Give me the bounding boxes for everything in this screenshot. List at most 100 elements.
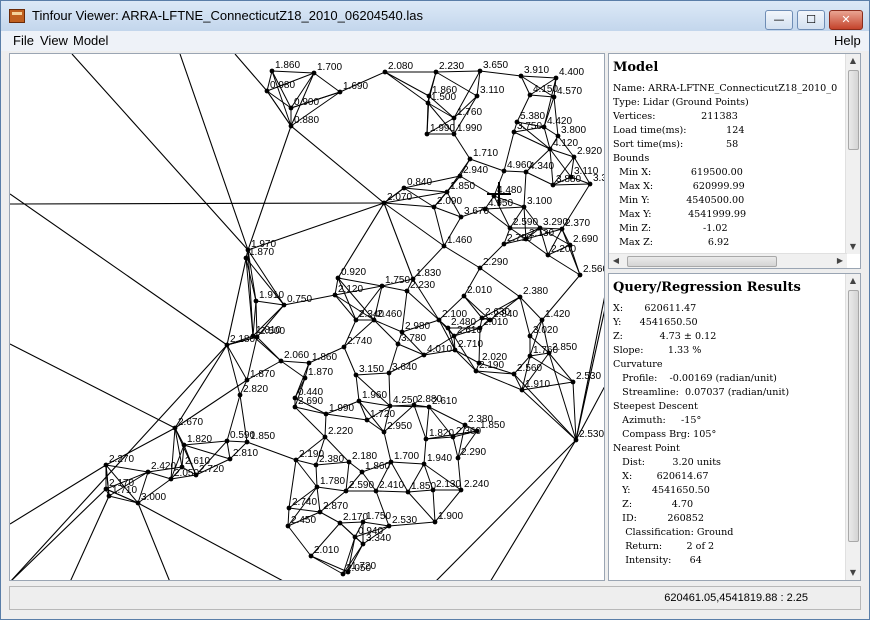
tin-vertex[interactable] (545, 252, 551, 258)
tin-vertex[interactable] (135, 500, 141, 506)
tin-vertex[interactable] (387, 403, 393, 409)
tin-vertex[interactable] (553, 75, 559, 81)
tin-view-canvas[interactable]: 1.860 1.700 2.080 2.230 3.650 3.910 4.400 0.980… (9, 53, 605, 581)
tin-vertex[interactable] (467, 156, 473, 162)
query-vertical-scrollbar[interactable]: ▲ ▼ (845, 274, 860, 580)
tin-vertex[interactable] (577, 272, 583, 278)
menu-help[interactable]: Help (834, 33, 861, 48)
tin-vertex[interactable] (244, 439, 250, 445)
tin-vertex[interactable] (539, 317, 545, 323)
tin-vertex[interactable] (356, 398, 362, 404)
tin-vertex[interactable] (323, 411, 329, 417)
tin-vertex[interactable] (451, 115, 457, 121)
tin-vertex[interactable] (501, 168, 507, 174)
tin-vertex[interactable] (587, 181, 593, 187)
tin-vertex[interactable] (527, 353, 533, 359)
tin-vertex[interactable] (288, 105, 294, 111)
tin-vertex[interactable] (386, 370, 392, 376)
tin-vertex[interactable] (381, 429, 387, 435)
tin-vertex[interactable] (292, 404, 298, 410)
tin-vertex[interactable] (340, 571, 346, 577)
tin-vertex[interactable] (364, 417, 370, 423)
menu-model[interactable]: Model (73, 33, 108, 48)
tin-vertex[interactable] (237, 392, 243, 398)
tin-vertex[interactable] (322, 434, 328, 440)
tin-vertex[interactable] (547, 146, 553, 152)
model-horizontal-scrollbar[interactable]: ◀ ▶ (609, 253, 847, 268)
tin-vertex[interactable] (360, 519, 366, 525)
tin-vertex[interactable] (551, 94, 557, 100)
tin-vertex[interactable] (352, 534, 358, 540)
tin-vertex[interactable] (360, 541, 366, 547)
tin-vertex[interactable] (379, 283, 385, 289)
tin-vertex[interactable] (487, 317, 493, 323)
scroll-down-arrow-icon[interactable]: ▼ (846, 240, 860, 254)
tin-vertex[interactable] (421, 461, 427, 467)
menu-file[interactable]: File (13, 33, 34, 48)
tin-vertex[interactable] (477, 265, 483, 271)
tin-vertex[interactable] (332, 292, 338, 298)
tin-vertex[interactable] (353, 317, 359, 323)
tin-vertex[interactable] (477, 68, 483, 74)
tin-vertex[interactable] (511, 129, 517, 135)
tin-vertex[interactable] (243, 255, 249, 261)
tin-vertex[interactable] (517, 294, 523, 300)
tin-vertex[interactable] (423, 436, 429, 442)
tin-vertex[interactable] (373, 488, 379, 494)
tin-triangulation[interactable]: 1.860 1.700 2.080 2.230 3.650 3.910 4.400 0.980… (10, 54, 605, 581)
tin-vertex[interactable] (458, 487, 464, 493)
tin-vertex[interactable] (479, 315, 485, 321)
tin-vertex[interactable] (511, 371, 517, 377)
tin-vertex[interactable] (314, 484, 320, 490)
tin-vertex[interactable] (353, 372, 359, 378)
tin-vertex[interactable] (286, 505, 292, 511)
tin-vertex[interactable] (293, 457, 299, 463)
tin-vertex[interactable] (227, 456, 233, 462)
tin-vertex[interactable] (308, 553, 314, 559)
scrollbar-thumb[interactable] (627, 256, 777, 267)
tin-vertex[interactable] (224, 438, 230, 444)
tin-vertex[interactable] (425, 100, 431, 106)
tin-vertex[interactable] (433, 69, 439, 75)
tin-vertex[interactable] (436, 317, 442, 323)
tin-vertex[interactable] (145, 469, 151, 475)
tin-vertex[interactable] (382, 69, 388, 75)
tin-vertex[interactable] (455, 455, 461, 461)
tin-vertex[interactable] (473, 368, 479, 374)
tin-vertex[interactable] (106, 493, 112, 499)
scroll-up-arrow-icon[interactable]: ▲ (846, 274, 860, 288)
scrollbar-thumb[interactable] (848, 290, 859, 542)
tin-vertex[interactable] (426, 404, 432, 410)
tin-vertex[interactable] (381, 200, 387, 206)
scroll-up-arrow-icon[interactable]: ▲ (846, 54, 860, 68)
tin-vertex[interactable] (371, 317, 377, 323)
tin-vertex[interactable] (550, 182, 556, 188)
menu-view[interactable]: View (40, 33, 68, 48)
maximize-button[interactable]: ☐ (797, 10, 825, 30)
tin-vertex[interactable] (451, 131, 457, 137)
scroll-down-arrow-icon[interactable]: ▼ (846, 566, 860, 580)
tin-vertex[interactable] (181, 442, 187, 448)
tin-vertex[interactable] (264, 88, 270, 94)
tin-vertex[interactable] (168, 476, 174, 482)
tin-vertex[interactable] (431, 204, 437, 210)
tin-vertex[interactable] (404, 288, 410, 294)
close-button[interactable]: ✕ (829, 10, 863, 30)
tin-vertex[interactable] (278, 358, 284, 364)
tin-vertex[interactable] (337, 89, 343, 95)
scroll-right-arrow-icon[interactable]: ▶ (833, 254, 847, 268)
tin-vertex[interactable] (401, 185, 407, 191)
model-vertical-scrollbar[interactable]: ▲ ▼ (845, 54, 860, 254)
tin-vertex[interactable] (573, 437, 579, 443)
tin-vertex[interactable] (452, 347, 458, 353)
tin-vertex[interactable] (571, 154, 577, 160)
tin-vertex[interactable] (335, 275, 341, 281)
tin-vertex[interactable] (103, 462, 109, 468)
tin-vertex[interactable] (570, 379, 576, 385)
tin-vertex[interactable] (292, 395, 298, 401)
tin-vertex[interactable] (302, 375, 308, 381)
scroll-left-arrow-icon[interactable]: ◀ (609, 254, 623, 268)
tin-vertex[interactable] (244, 377, 250, 383)
tin-vertex[interactable] (458, 214, 464, 220)
title-bar[interactable]: Tinfour Viewer: ARRA-LFTNE_ConnecticutZ1… (1, 1, 869, 31)
